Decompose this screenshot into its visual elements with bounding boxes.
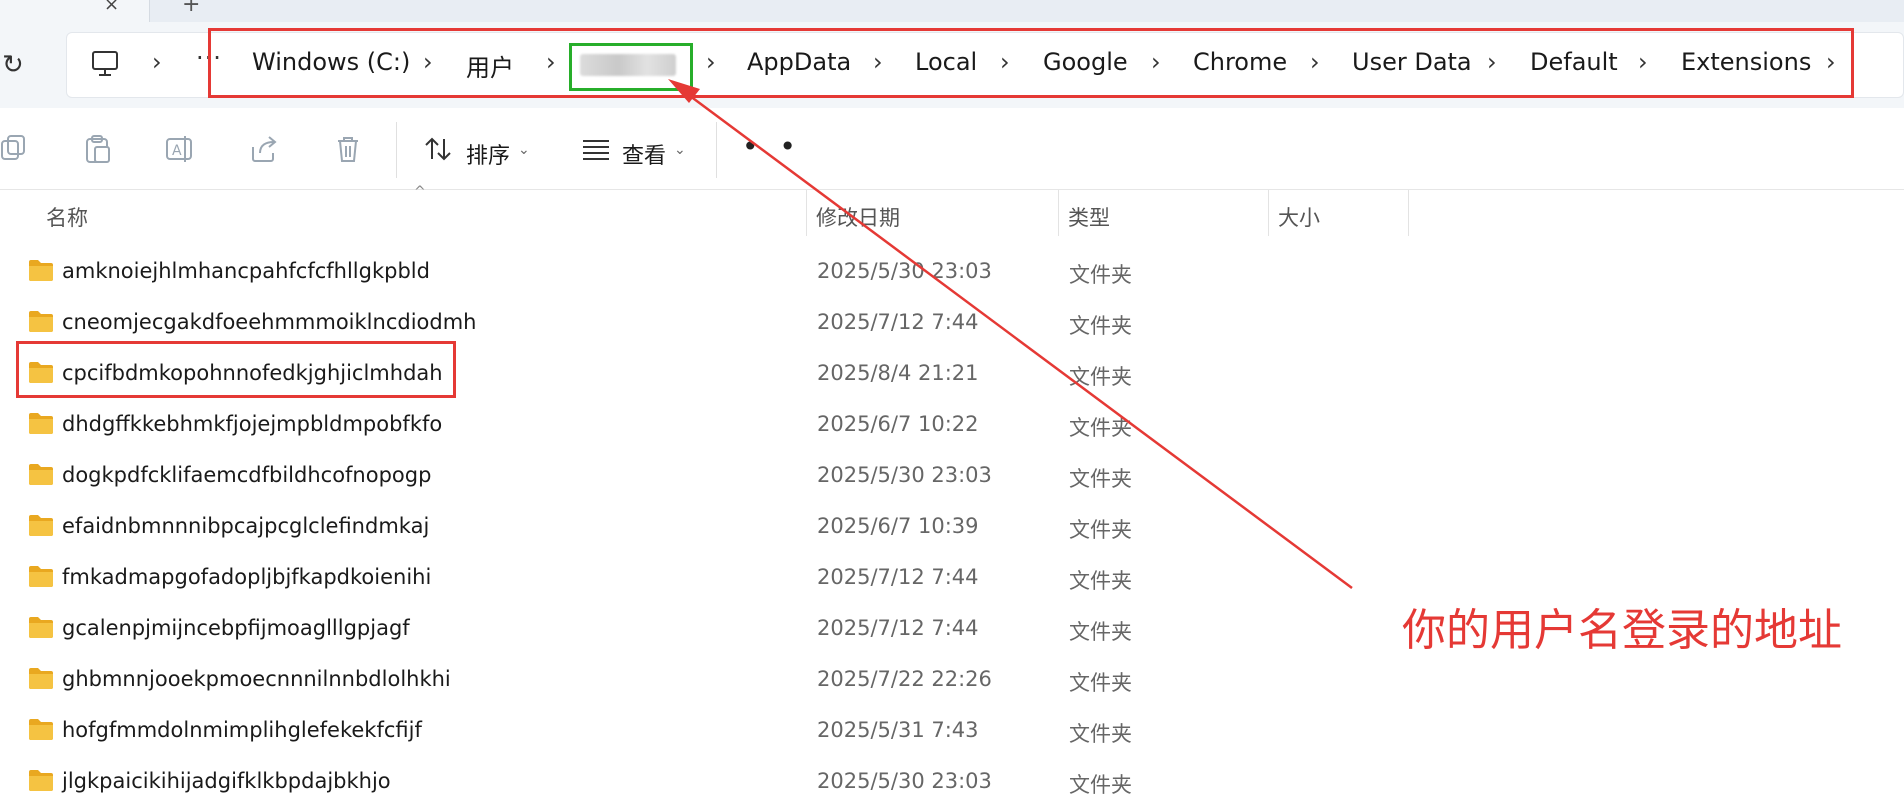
annotation-row-box [16,341,456,398]
file-name: cneomjecgakdfoeehmmmoiklncdiodmh [62,310,477,334]
file-type: 文件夹 [1069,620,1132,644]
file-date: 2025/6/7 10:39 [817,514,979,538]
file-row[interactable]: dogkpdfcklifaemcdfbildhcofnopogp 2025/5/3… [0,449,1904,500]
column-header-type[interactable]: 类型 [1068,202,1110,232]
file-type: 文件夹 [1069,263,1132,287]
file-name: gcalenpjmijncebpfijmoaglllgpjagf [62,616,410,640]
file-row[interactable]: ghbmnnjooekpmoecnnnilnnbdlolhkhi 2025/7/2… [0,653,1904,704]
toolbar-divider [396,122,397,178]
sort-ascending-icon: ^ [414,184,426,200]
file-name: efaidnbmnnnibpcajpcglclefindmkaj [62,514,430,538]
file-row[interactable]: cneomjecgakdfoeehmmmoiklncdiodmh 2025/7/1… [0,296,1904,347]
folder-icon [29,311,53,332]
file-date: 2025/5/30 23:03 [817,769,992,793]
file-name: dogkpdfcklifaemcdfbildhcofnopogp [62,463,432,487]
chevron-down-icon[interactable]: ⌄ [518,142,530,158]
file-type: 文件夹 [1069,467,1132,491]
chevron-down-icon[interactable]: ⌄ [674,142,686,158]
folder-icon [29,260,53,281]
delete-icon[interactable] [332,133,364,165]
column-divider[interactable] [1408,190,1409,236]
file-type: 文件夹 [1069,416,1132,440]
file-name: dhdgffkkebhmkfjojejmpbldmpobfkfo [62,412,443,436]
folder-icon [29,770,53,791]
column-header-size[interactable]: 大小 [1278,202,1320,232]
tab-strip: × + [0,0,1904,22]
folder-icon [29,413,53,434]
file-type: 文件夹 [1069,365,1132,389]
folder-icon [29,464,53,485]
file-row[interactable]: efaidnbmnnnibpcajpcglclefindmkaj 2025/6/7… [0,500,1904,551]
column-header-modified[interactable]: 修改日期 [816,202,900,232]
sort-icon[interactable] [422,133,454,165]
file-type: 文件夹 [1069,314,1132,338]
file-date: 2025/7/12 7:44 [817,565,979,589]
refresh-icon[interactable]: ↻ [2,50,24,80]
file-name: jlgkpaicikihijadgifklkbpdajbkhjo [62,769,391,793]
close-tab-icon[interactable]: × [104,0,119,15]
annotation-path-box [208,28,1854,98]
annotation-username-box [569,43,693,91]
share-icon[interactable] [248,133,280,165]
file-type: 文件夹 [1069,518,1132,542]
sort-button[interactable]: 排序 [466,138,510,170]
paste-icon[interactable] [82,133,114,165]
new-tab-icon[interactable]: + [182,0,200,17]
copy-icon[interactable] [0,133,32,165]
file-date: 2025/8/4 21:21 [817,361,979,385]
file-type: 文件夹 [1069,569,1132,593]
folder-icon [29,617,53,638]
command-bar [0,108,1904,190]
folder-icon [29,719,53,740]
file-date: 2025/7/22 22:26 [817,667,992,691]
folder-icon [29,515,53,536]
file-type: 文件夹 [1069,671,1132,695]
chevron-right-icon[interactable]: › [152,48,162,76]
svg-text:A: A [172,143,182,159]
file-name: ghbmnnjooekpmoecnnnilnnbdlolhkhi [62,667,451,691]
rename-icon[interactable]: A [164,133,196,165]
file-type: 文件夹 [1069,722,1132,746]
file-name: fmkadmapgofadopljbjfkapdkoienihi [62,565,432,589]
folder-icon [29,566,53,587]
column-divider[interactable] [806,190,807,236]
file-name: amknoiejhlmhancpahfcfcfhllgkpbld [62,259,430,283]
file-row[interactable]: amknoiejhlmhancpahfcfcfhllgkpbld 2025/5/3… [0,245,1904,296]
view-icon[interactable] [580,133,612,165]
file-date: 2025/7/12 7:44 [817,310,979,334]
more-options-icon[interactable]: • • [742,130,802,163]
file-row[interactable]: hofgfmmdolnmimplihglefekekfcfijf 2025/5/3… [0,704,1904,755]
column-divider[interactable] [1268,190,1269,236]
column-divider[interactable] [1058,190,1059,236]
file-row[interactable]: dhdgffkkebhmkfjojejmpbldmpobfkfo 2025/6/7… [0,398,1904,449]
file-row[interactable]: jlgkpaicikihijadgifklkbpdajbkhjo 2025/5/3… [0,755,1904,800]
active-tab[interactable]: × [0,0,150,22]
view-button[interactable]: 查看 [622,138,666,170]
file-name: hofgfmmdolnmimplihglefekekfcfijf [62,718,422,742]
file-date: 2025/5/31 7:43 [817,718,979,742]
column-header-name[interactable]: 名称 [46,202,88,232]
toolbar-divider [716,122,717,178]
file-type: 文件夹 [1069,773,1132,797]
file-date: 2025/7/12 7:44 [817,616,979,640]
this-pc-icon[interactable] [90,50,120,78]
file-date: 2025/5/30 23:03 [817,463,992,487]
file-date: 2025/6/7 10:22 [817,412,979,436]
annotation-note: 你的用户名登录的地址 [1402,605,1842,656]
folder-icon [29,668,53,689]
file-date: 2025/5/30 23:03 [817,259,992,283]
